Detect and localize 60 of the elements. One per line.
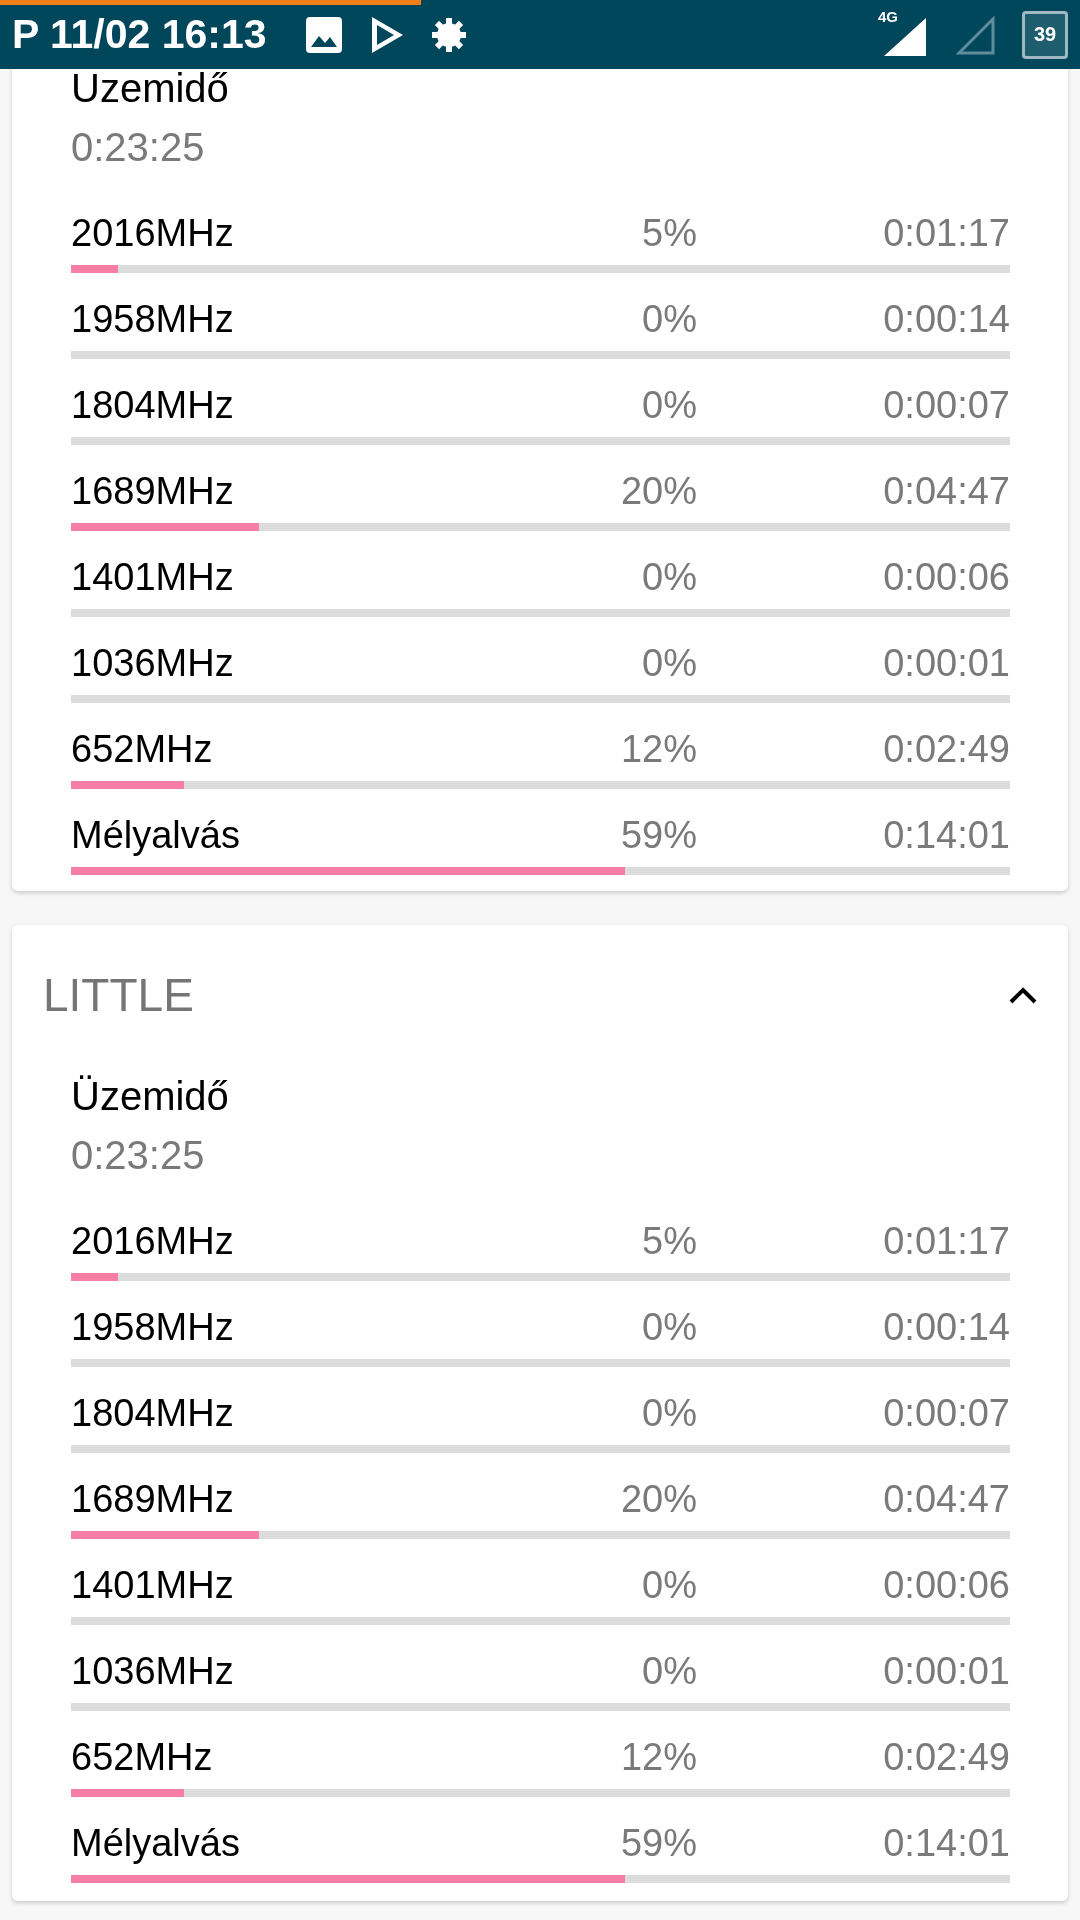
image-icon xyxy=(304,15,343,54)
percent-value: 0% xyxy=(641,1563,697,1607)
frequency-label: 1036MHz xyxy=(71,641,235,685)
time-value: 0:04:47 xyxy=(882,1477,1010,1521)
percent-value: 20% xyxy=(619,1477,697,1521)
signal-empty-icon xyxy=(956,14,996,55)
time-value: 0:00:06 xyxy=(882,1563,1010,1607)
frequency-label: 1804MHz xyxy=(71,1391,235,1435)
percent-value: 0% xyxy=(641,383,697,427)
network-type: 4G xyxy=(878,7,898,25)
time-value: 0:00:06 xyxy=(882,555,1010,599)
chevron-up-icon[interactable] xyxy=(1008,986,1038,1004)
percent-value: 12% xyxy=(619,1735,697,1779)
time-value: 0:02:49 xyxy=(882,727,1010,771)
percent-value: 5% xyxy=(641,211,697,255)
frequency-label: 1689MHz xyxy=(71,1477,235,1521)
percent-value: 0% xyxy=(641,1649,697,1693)
time-value: 0:14:01 xyxy=(882,813,1010,857)
frequency-label: Mélyalvás xyxy=(71,1821,241,1865)
frequency-label: 1401MHz xyxy=(71,555,235,599)
battery-level: 39 xyxy=(1022,10,1068,59)
time-value: 0:00:07 xyxy=(882,383,1010,427)
percent-value: 5% xyxy=(641,1219,697,1263)
time-value: 0:00:01 xyxy=(882,1649,1010,1693)
runtime-value: 0:23:25 xyxy=(71,124,206,171)
time-value: 0:00:07 xyxy=(882,1391,1010,1435)
percent-value: 20% xyxy=(619,469,697,513)
percent-value: 59% xyxy=(619,1821,697,1865)
percent-value: 12% xyxy=(619,727,697,771)
time-value: 0:01:17 xyxy=(882,1219,1010,1263)
frequency-label: 1958MHz xyxy=(71,1305,235,1349)
time-value: 0:01:17 xyxy=(882,211,1010,255)
time-value: 0:00:14 xyxy=(882,1305,1010,1349)
time-value: 0:00:01 xyxy=(882,641,1010,685)
gear-icon xyxy=(430,16,467,53)
frequency-label: Mélyalvás xyxy=(71,813,241,857)
frequency-label: 652MHz xyxy=(71,727,214,771)
runtime-label: Uzemidő xyxy=(71,69,230,112)
frequency-label: 1958MHz xyxy=(71,297,235,341)
time-value: 0:04:47 xyxy=(882,469,1010,513)
card-title: LITTLE xyxy=(43,968,194,1022)
percent-value: 0% xyxy=(641,555,697,599)
status-time: P 11/02 16:13 xyxy=(12,11,267,58)
percent-value: 0% xyxy=(641,1305,697,1349)
frequency-label: 2016MHz xyxy=(71,1219,235,1263)
runtime-label: Üzemidő xyxy=(71,1073,230,1120)
runtime-value: 0:23:25 xyxy=(71,1132,206,1179)
time-value: 0:02:49 xyxy=(882,1735,1010,1779)
percent-value: 0% xyxy=(641,641,697,685)
percent-value: 0% xyxy=(641,297,697,341)
frequency-label: 1036MHz xyxy=(71,1649,235,1693)
time-value: 0:00:14 xyxy=(882,297,1010,341)
percent-value: 0% xyxy=(641,1391,697,1435)
percent-value: 59% xyxy=(619,813,697,857)
time-value: 0:14:01 xyxy=(882,1821,1010,1865)
frequency-label: 1689MHz xyxy=(71,469,235,513)
frequency-label: 1401MHz xyxy=(71,1563,235,1607)
frequency-label: 1804MHz xyxy=(71,383,235,427)
frequency-label: 652MHz xyxy=(71,1735,214,1779)
frequency-label: 2016MHz xyxy=(71,211,235,255)
